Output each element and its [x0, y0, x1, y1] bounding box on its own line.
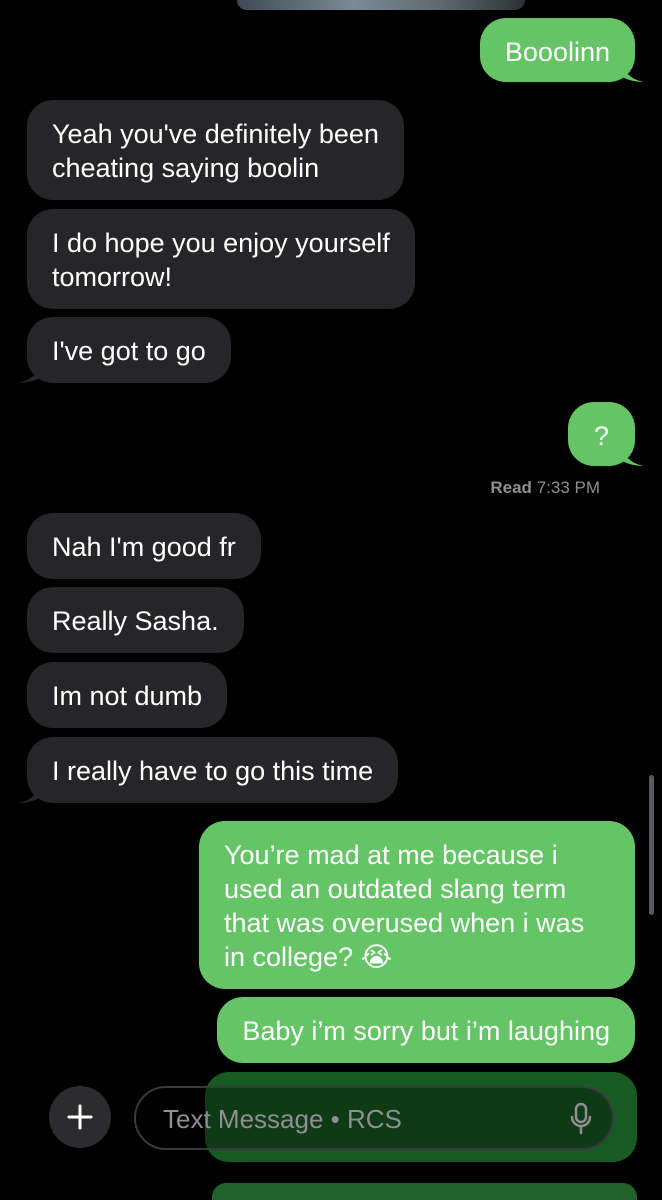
message-text: Yeah you've definitely been cheating say…: [52, 119, 379, 183]
scrollbar[interactable]: [649, 775, 654, 915]
message-bubble-sent[interactable]: You’re mad at me because i used an outda…: [199, 821, 635, 989]
message-text: Booolinn: [504, 37, 610, 67]
message-bubble-received[interactable]: I've got to go: [18, 317, 231, 383]
message-text: I do hope you enjoy yourself tomorrow!: [52, 228, 390, 292]
read-receipt: Read 7:33 PM: [490, 478, 600, 498]
message-bubble-sent[interactable]: Booolinn: [479, 18, 644, 82]
message-text: You’re mad at me because i used an outda…: [224, 840, 585, 972]
message-input-placeholder: Text Message • RCS: [163, 1104, 402, 1134]
message-text: Baby i’m sorry but i’m laughing: [242, 1016, 610, 1046]
message-text: Really Sasha.: [52, 606, 219, 636]
bubble-tail-icon: [618, 56, 644, 82]
message-bubble-received[interactable]: Nah I'm good fr: [27, 513, 261, 579]
message-bubble-received[interactable]: Yeah you've definitely been cheating say…: [27, 100, 404, 200]
image-attachment-peek[interactable]: [237, 0, 525, 10]
message-input[interactable]: Text Message • RCS: [134, 1086, 614, 1150]
microphone-icon[interactable]: [570, 1102, 592, 1136]
bubble-tail-icon: [18, 357, 44, 383]
read-label: Read: [490, 478, 532, 497]
message-text: I really have to go this time: [52, 756, 374, 786]
message-text: Nah I'm good fr: [52, 532, 236, 562]
add-attachment-button[interactable]: [49, 1086, 111, 1148]
message-bubble-sent[interactable]: Baby i’m sorry but i’m laughing: [217, 997, 635, 1063]
read-time: 7:33 PM: [536, 478, 600, 497]
bubble-tail-icon: [18, 777, 44, 803]
bubble-tail-icon: [618, 440, 644, 466]
message-bubble-received[interactable]: I do hope you enjoy yourself tomorrow!: [27, 209, 415, 309]
message-bubble-received[interactable]: Im not dumb: [27, 662, 228, 728]
underlying-message-bubble: [212, 1183, 637, 1200]
message-bubble-received[interactable]: I really have to go this time: [18, 737, 399, 803]
message-bubble-received[interactable]: Really Sasha.: [27, 587, 244, 653]
plus-icon: [67, 1104, 93, 1130]
message-bubble-sent[interactable]: ?: [567, 402, 644, 466]
compose-bar: Text Message • RCS: [0, 1058, 662, 1200]
message-text: I've got to go: [52, 336, 206, 366]
message-text: ?: [593, 421, 609, 451]
message-text: Im not dumb: [52, 681, 203, 711]
